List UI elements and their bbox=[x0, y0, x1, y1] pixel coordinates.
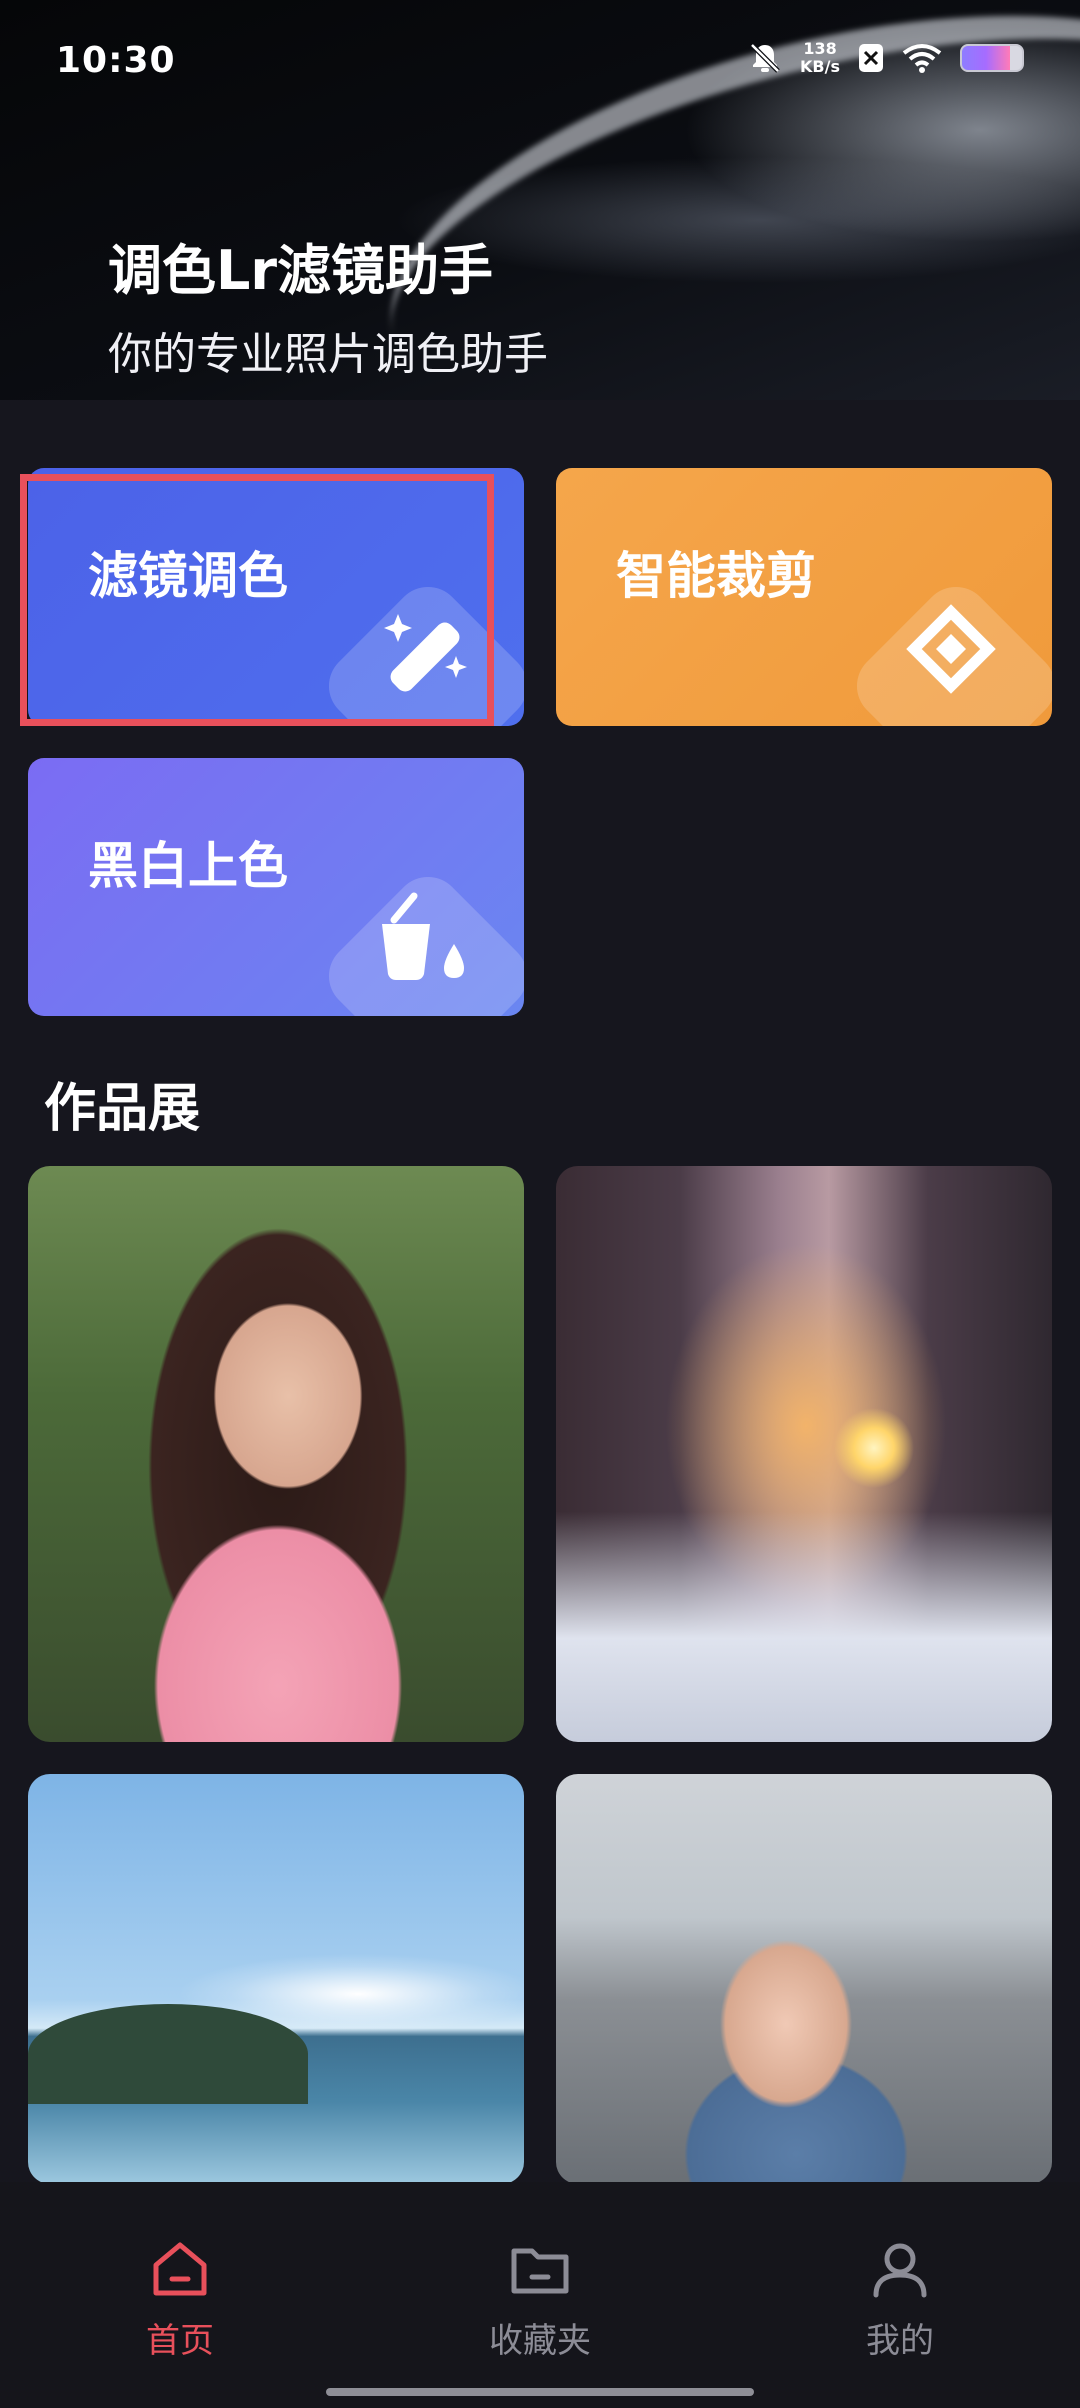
user-icon bbox=[873, 2243, 927, 2298]
bell-muted-icon bbox=[748, 41, 782, 75]
nav-home[interactable]: 首页 bbox=[80, 2237, 280, 2362]
gallery-section-title: 作品展 bbox=[44, 1079, 201, 1139]
home-icon bbox=[153, 2242, 207, 2296]
smart-crop-card[interactable]: 智能裁剪 bbox=[556, 468, 1052, 726]
nav-profile-label: 我的 bbox=[866, 2321, 934, 2361]
net-speed-unit: KB/s bbox=[800, 57, 840, 76]
selection-highlight bbox=[20, 474, 494, 726]
nav-favorites[interactable]: 收藏夹 bbox=[440, 2237, 640, 2362]
folder-icon bbox=[511, 2248, 569, 2294]
bw-colorize-label: 黑白上色 bbox=[88, 837, 288, 895]
gallery-photo-seascape[interactable] bbox=[28, 1774, 524, 2184]
wifi-icon bbox=[902, 43, 942, 73]
net-speed: 138 KB/s bbox=[800, 40, 840, 76]
gallery-photo-girl-peace-sign[interactable] bbox=[556, 1774, 1052, 2184]
battery-icon bbox=[960, 44, 1024, 72]
status-time: 10:30 bbox=[56, 40, 176, 81]
nav-profile[interactable]: 我的 bbox=[800, 2237, 1000, 2362]
bottom-navigation: 首页 收藏夹 我的 bbox=[0, 2182, 1080, 2408]
app-subtitle: 你的专业照片调色助手 bbox=[108, 329, 548, 380]
crop-icon bbox=[906, 604, 996, 694]
bw-colorize-card[interactable]: 黑白上色 bbox=[28, 758, 524, 1016]
nav-favorites-label: 收藏夹 bbox=[489, 2321, 591, 2361]
paint-bucket-icon bbox=[382, 892, 464, 980]
gallery-photo-portrait-pink[interactable] bbox=[28, 1166, 524, 1742]
app-title: 调色Lr滤镜助手 bbox=[108, 239, 494, 302]
home-indicator[interactable] bbox=[326, 2388, 754, 2396]
nav-home-label: 首页 bbox=[146, 2321, 214, 2361]
hill-shape bbox=[28, 2004, 308, 2104]
net-speed-value: 138 bbox=[803, 39, 837, 58]
smart-crop-label: 智能裁剪 bbox=[616, 547, 816, 605]
header-banner: 10:30 138 KB/s 调色Lr滤镜助手 你的专业照片调色助手 bbox=[0, 0, 1080, 400]
gallery-photo-city-street[interactable] bbox=[556, 1166, 1052, 1742]
status-icons: 138 KB/s bbox=[748, 40, 1024, 76]
status-bar: 10:30 138 KB/s bbox=[0, 0, 1080, 120]
x-box-icon bbox=[858, 43, 884, 73]
